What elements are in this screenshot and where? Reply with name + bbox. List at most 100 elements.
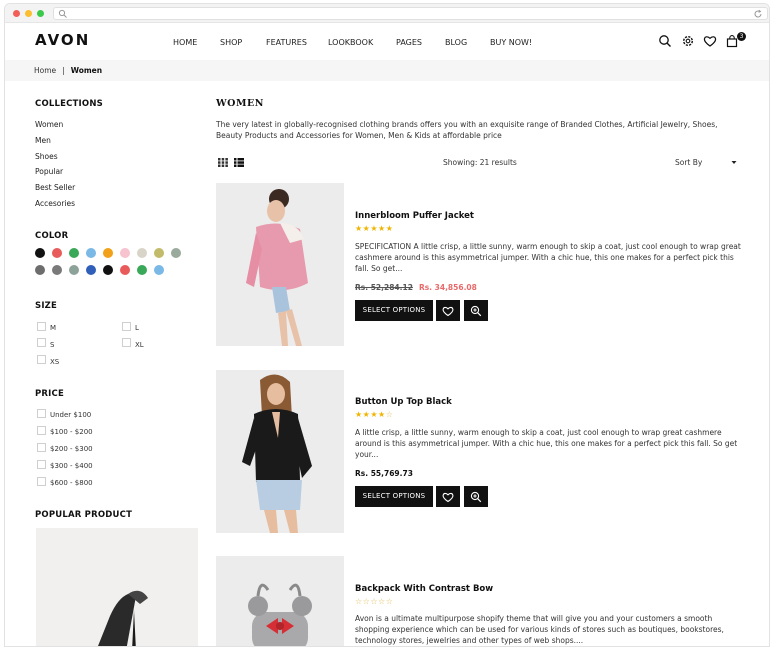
nav-features[interactable]: FEATURES [266, 38, 307, 47]
color-swatch[interactable] [154, 248, 164, 258]
search-icon[interactable] [658, 34, 672, 48]
popular-product-image[interactable] [36, 528, 198, 646]
size-l-label: L [135, 324, 139, 332]
select-options-button[interactable]: SELECT OPTIONS [355, 486, 433, 507]
address-bar[interactable] [53, 7, 768, 20]
nav-lookbook[interactable]: LOOKBOOK [328, 38, 373, 47]
list-view-icon[interactable] [234, 158, 244, 167]
heart-icon[interactable] [703, 34, 717, 48]
color-swatch[interactable] [86, 265, 96, 275]
color-swatch[interactable] [52, 265, 62, 275]
chevron-down-icon[interactable] [731, 160, 737, 165]
backpack-bow-image [216, 556, 344, 646]
price-200-300-checkbox[interactable] [37, 443, 46, 452]
search-icon [58, 9, 67, 18]
collections-title: COLLECTIONS [35, 99, 103, 109]
collection-description: The very latest in globally-recognised c… [216, 120, 718, 140]
size-xl-checkbox[interactable] [122, 338, 131, 347]
maximize-window-button[interactable] [37, 10, 44, 17]
select-options-button[interactable]: SELECT OPTIONS [355, 300, 433, 321]
color-swatch[interactable] [69, 248, 79, 258]
reload-icon[interactable] [753, 9, 763, 19]
product-image[interactable] [216, 183, 344, 346]
site-header: AVON HOME SHOP FEATURES LOOKBOOK PAGES B… [5, 23, 769, 60]
wishlist-button[interactable] [436, 486, 460, 507]
browser-toolbar [5, 4, 769, 23]
price-300-400-checkbox[interactable] [37, 460, 46, 469]
close-window-button[interactable] [13, 10, 20, 17]
size-m-checkbox[interactable] [37, 322, 46, 331]
price-under-100-checkbox[interactable] [37, 409, 46, 418]
color-swatch[interactable] [154, 265, 164, 275]
nav-home[interactable]: HOME [173, 38, 197, 47]
color-swatch[interactable] [103, 265, 113, 275]
collection-accesories[interactable]: Accesories [35, 199, 75, 208]
size-m-label: M [50, 324, 57, 332]
nav-shop[interactable]: SHOP [220, 38, 242, 47]
size-xl-label: XL [135, 341, 144, 349]
woman-pink-jacket-image [216, 183, 344, 346]
color-swatch[interactable] [52, 248, 62, 258]
size-l-checkbox[interactable] [122, 322, 131, 331]
breadcrumb-home[interactable]: Home [34, 66, 56, 75]
high-heel-shoe-image [98, 590, 148, 646]
gear-icon[interactable] [681, 34, 695, 48]
color-swatch[interactable] [120, 248, 130, 258]
price-old: Rs. 52,284.12 [355, 283, 413, 292]
price-100-200-checkbox[interactable] [37, 426, 46, 435]
collection-men[interactable]: Men [35, 136, 51, 145]
price-sale: Rs. 34,856.08 [418, 283, 477, 292]
price-200-300-label: $200 - $300 [50, 445, 93, 453]
color-swatch[interactable] [103, 248, 113, 258]
color-swatch[interactable] [69, 265, 79, 275]
zoom-icon [470, 491, 482, 503]
size-xs-checkbox[interactable] [37, 355, 46, 364]
collection-women[interactable]: Women [35, 120, 63, 129]
size-s-checkbox[interactable] [37, 338, 46, 347]
browser-window: AVON HOME SHOP FEATURES LOOKBOOK PAGES B… [4, 3, 770, 647]
size-s-label: S [50, 341, 55, 349]
color-swatch[interactable] [137, 248, 147, 258]
sort-by-select[interactable]: Sort By [675, 158, 702, 167]
grid-view-icon[interactable] [218, 158, 228, 167]
product-image[interactable] [216, 556, 344, 646]
color-title: COLOR [35, 231, 69, 241]
collection-best-seller[interactable]: Best Seller [35, 183, 75, 192]
nav-pages[interactable]: PAGES [396, 38, 422, 47]
collection-shoes[interactable]: Shoes [35, 152, 58, 161]
product-image[interactable] [216, 370, 344, 533]
product-description: A little crisp, a little sunny, warm eno… [355, 428, 738, 459]
minimize-window-button[interactable] [25, 10, 32, 17]
color-swatch[interactable] [35, 248, 45, 258]
product-title[interactable]: Button Up Top Black [355, 397, 452, 407]
product-title[interactable]: Innerbloom Puffer Jacket [355, 211, 474, 221]
price-600-800-checkbox[interactable] [37, 477, 46, 486]
price-600-800-label: $600 - $800 [50, 479, 93, 487]
color-swatch[interactable] [120, 265, 130, 275]
heart-icon [442, 306, 454, 317]
product-price: Rs. 52,284.12 Rs. 34,856.08 [355, 283, 477, 292]
product-description: Avon is a ultimate multipurpose shopify … [355, 614, 724, 645]
cart-count-badge: 3 [737, 32, 746, 41]
quick-view-button[interactable] [464, 486, 488, 507]
woman-black-top-image [216, 370, 344, 533]
popular-product-title: POPULAR PRODUCT [35, 510, 133, 520]
breadcrumb-separator: | [62, 66, 65, 75]
quick-view-button[interactable] [464, 300, 488, 321]
wishlist-button[interactable] [436, 300, 460, 321]
color-swatch[interactable] [35, 265, 45, 275]
nav-blog[interactable]: BLOG [445, 38, 467, 47]
site-logo[interactable]: AVON [35, 31, 90, 49]
zoom-icon [470, 305, 482, 317]
color-swatch[interactable] [137, 265, 147, 275]
size-title: SIZE [35, 301, 58, 311]
product-description: SPECIFICATION A little crisp, a little s… [355, 242, 741, 273]
size-xs-label: XS [50, 358, 60, 366]
product-title[interactable]: Backpack With Contrast Bow [355, 584, 493, 594]
color-swatch[interactable] [86, 248, 96, 258]
color-swatch[interactable] [171, 248, 181, 258]
product-rating: ☆☆☆☆☆ [355, 597, 394, 606]
collection-popular[interactable]: Popular [35, 167, 63, 176]
nav-buy-now[interactable]: BUY NOW! [490, 38, 532, 47]
product-rating: ★★★★☆ [355, 410, 394, 419]
